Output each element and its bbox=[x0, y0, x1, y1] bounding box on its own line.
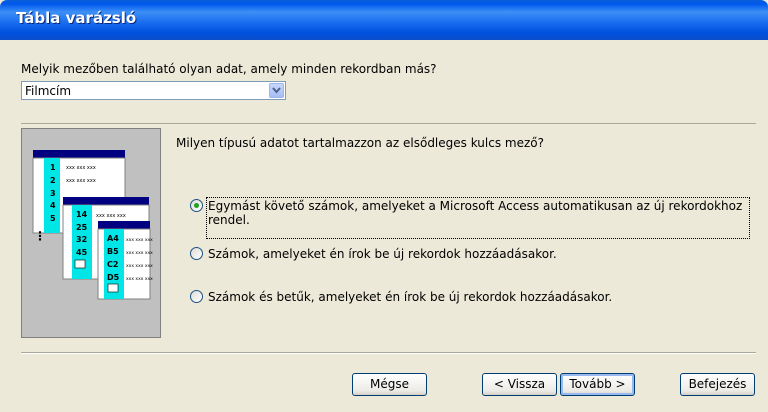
t1-key-4: 4 bbox=[50, 201, 56, 210]
unique-field-prompt: Melyik mezőben található olyan adat, ame… bbox=[21, 62, 437, 76]
t3-cell-3: xxx xxx xxx bbox=[126, 264, 153, 269]
option-numbers-label: Számok, amelyeket én írok be új rekordok… bbox=[208, 247, 557, 261]
t3-key-3: C2 bbox=[107, 260, 118, 269]
t2-cell-1: xxx xxx xxx bbox=[96, 213, 126, 219]
t1-cell-1: xxx xxx xxx bbox=[66, 165, 96, 171]
primary-key-question: Milyen típusú adatot tartalmazzon az els… bbox=[176, 136, 544, 150]
option-numbers-letters[interactable]: Számok és betűk, amelyeket én írok be új… bbox=[190, 290, 630, 306]
t2-key-2: 25 bbox=[76, 223, 88, 232]
t1-cell-2: xxx xxx xxx bbox=[66, 178, 96, 184]
option-numbers[interactable]: Számok, amelyeket én írok be új rekordok… bbox=[190, 247, 590, 263]
frame-divider bbox=[21, 123, 756, 124]
cancel-button[interactable]: Mégse bbox=[352, 373, 427, 396]
option-autonumber-label-line2: rendel. bbox=[208, 213, 250, 227]
dropdown-button[interactable] bbox=[269, 83, 284, 98]
finish-button[interactable]: Befejezés bbox=[680, 373, 755, 396]
radio-button[interactable] bbox=[190, 290, 203, 303]
t3-key-4: D5 bbox=[107, 273, 120, 282]
t2-key-1: 14 bbox=[76, 210, 88, 219]
t1-key-2: 2 bbox=[50, 176, 56, 185]
next-button[interactable]: Tovább > bbox=[560, 373, 635, 396]
radio-button[interactable] bbox=[190, 199, 203, 212]
t2-key-3: 32 bbox=[76, 235, 87, 244]
t3-key-1: A4 bbox=[107, 234, 119, 243]
field-select[interactable]: Filmcím bbox=[21, 81, 286, 100]
option-numbers-letters-label: Számok és betűk, amelyeket én írok be új… bbox=[208, 290, 613, 304]
field-select-value: Filmcím bbox=[25, 84, 72, 98]
t3-cell-4: xxx xxx xxx bbox=[126, 277, 153, 282]
t1-key-5: 5 bbox=[50, 214, 56, 223]
illustration-panel: 1 2 3 4 5 ⋮ xxx xxx xxx xxx xxx xxx 14 2… bbox=[21, 128, 161, 338]
t3-cell-1: xxx xxx xxx bbox=[126, 238, 153, 243]
t2-key-4: 45 bbox=[76, 248, 88, 257]
t3-key-2: B5 bbox=[107, 247, 119, 256]
tables-illustration: 1 2 3 4 5 ⋮ xxx xxx xxx xxx xxx xxx 14 2… bbox=[32, 150, 153, 300]
chevron-down-icon bbox=[272, 87, 281, 94]
radio-button[interactable] bbox=[190, 247, 203, 260]
back-button[interactable]: < Vissza bbox=[482, 373, 557, 396]
title-bar: Tábla varázsló bbox=[0, 0, 768, 40]
t3-cell-2: xxx xxx xxx bbox=[126, 251, 153, 256]
button-separator bbox=[21, 352, 756, 354]
t1-key-1: 1 bbox=[50, 163, 56, 172]
radio-selected-dot bbox=[194, 203, 199, 208]
t1-key-3: 3 bbox=[50, 189, 56, 198]
t1-more: ⋮ bbox=[34, 229, 46, 243]
window-title: Tábla varázsló bbox=[16, 9, 137, 27]
option-autonumber-label-line1: Egymást követő számok, amelyeket a Micro… bbox=[208, 199, 743, 213]
option-autonumber[interactable]: Egymást követő számok, amelyeket a Micro… bbox=[190, 197, 750, 241]
table-wizard-dialog: Tábla varázsló Melyik mezőben található … bbox=[0, 0, 768, 412]
